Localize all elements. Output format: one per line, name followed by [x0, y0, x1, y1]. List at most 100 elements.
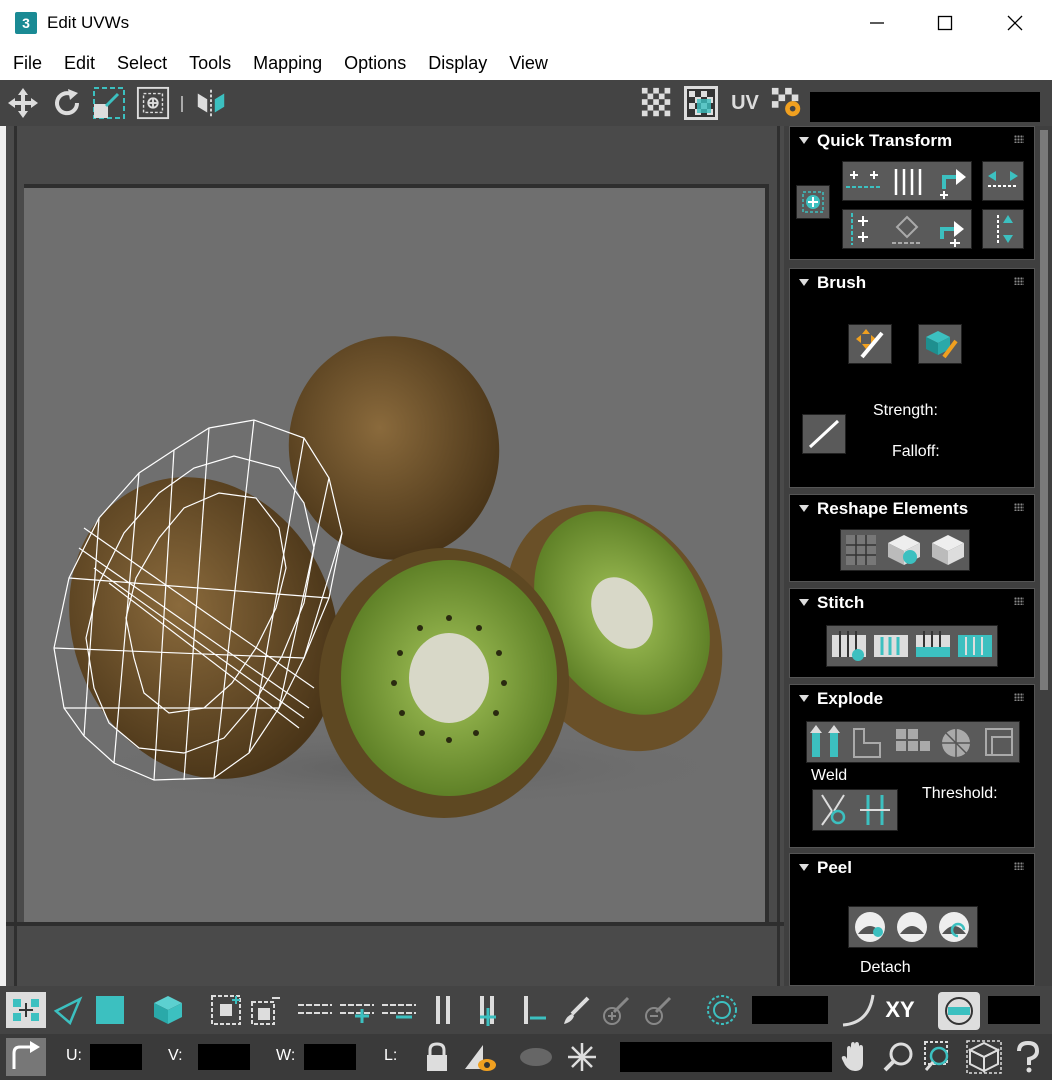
- rollout-title[interactable]: Explode: [817, 689, 883, 709]
- brush-falloff-type-button[interactable]: [802, 414, 846, 454]
- detach-label: Detach: [860, 959, 911, 976]
- collapse-arrow-icon[interactable]: [799, 864, 809, 871]
- window-title: Edit UVWs: [47, 13, 130, 32]
- show-map-button[interactable]: [684, 86, 718, 120]
- rollout-quick-transform: Quick Transform: [789, 126, 1035, 260]
- close-button[interactable]: [980, 0, 1050, 46]
- show-hidden-button[interactable]: [516, 1038, 556, 1076]
- align-to-center-button[interactable]: [796, 185, 830, 219]
- threshold-label: Threshold:: [922, 785, 998, 802]
- rollout-explode: Explode Weld Threshold:: [789, 684, 1035, 848]
- menu-view[interactable]: View: [498, 53, 559, 74]
- lock-selection-button[interactable]: [420, 1038, 454, 1076]
- vertex-select-button[interactable]: [6, 992, 46, 1028]
- grip-icon[interactable]: [1014, 277, 1024, 285]
- toolbar-map-dropdown[interactable]: [810, 92, 1040, 122]
- rollout-title[interactable]: Peel: [817, 858, 852, 878]
- edge-distance-field[interactable]: [988, 996, 1040, 1024]
- uv-settings-button[interactable]: [770, 86, 804, 120]
- grow-selection-button[interactable]: [208, 992, 244, 1028]
- soft-selection-button[interactable]: [702, 992, 742, 1028]
- maximize-button[interactable]: [910, 0, 980, 46]
- uv-editor-viewport[interactable]: [6, 126, 784, 986]
- v-value-field[interactable]: [198, 1044, 250, 1070]
- absolute-offset-mode-button[interactable]: [6, 1038, 46, 1076]
- relax-brush-button[interactable]: [918, 324, 962, 364]
- uv-channel-button[interactable]: UV: [728, 86, 762, 120]
- menu-options[interactable]: Options: [333, 53, 417, 74]
- menu-display[interactable]: Display: [417, 53, 498, 74]
- grip-icon[interactable]: [1014, 862, 1024, 870]
- grip-icon[interactable]: [1014, 693, 1024, 701]
- stitch-tools-group: [826, 625, 998, 667]
- space-vertical-button[interactable]: [982, 209, 1024, 249]
- checker-pattern-button[interactable]: [640, 86, 674, 120]
- collapse-arrow-icon[interactable]: [799, 505, 809, 512]
- shrink-brush-button[interactable]: [638, 992, 678, 1028]
- u-value-field[interactable]: [90, 1044, 142, 1070]
- ring-select-group[interactable]: [428, 992, 554, 1028]
- rollout-title[interactable]: Brush: [817, 273, 866, 293]
- selection-toolbar: XY: [0, 986, 1052, 1034]
- mirror-icon: [197, 89, 225, 117]
- collapse-arrow-icon[interactable]: [799, 599, 809, 606]
- rollout-title[interactable]: Reshape Elements: [817, 499, 968, 519]
- zoom-button[interactable]: [878, 1038, 918, 1076]
- rotate-tool-button[interactable]: [50, 86, 84, 120]
- paint-select-button[interactable]: [556, 992, 596, 1028]
- space-horizontal-button[interactable]: [982, 161, 1024, 201]
- uv-texture-area[interactable]: [24, 184, 769, 926]
- hide-eye-icon: [465, 1045, 496, 1071]
- rollout-title[interactable]: Quick Transform: [817, 131, 952, 151]
- w-value-field[interactable]: [304, 1044, 356, 1070]
- falloff-curve-button[interactable]: [838, 992, 878, 1028]
- soft-selection-value-field[interactable]: [752, 996, 828, 1024]
- shrink-selection-button[interactable]: [248, 992, 284, 1028]
- freeze-selected-button[interactable]: [562, 1038, 602, 1076]
- menu-file[interactable]: File: [2, 53, 53, 74]
- help-button[interactable]: [1008, 1038, 1048, 1076]
- hide-selected-button[interactable]: [460, 1038, 500, 1076]
- collapse-arrow-icon[interactable]: [799, 137, 809, 144]
- enlarge-brush-button[interactable]: [596, 992, 636, 1028]
- strength-label: Strength:: [873, 402, 938, 419]
- explode-icons: [810, 725, 1013, 758]
- pan-view-button[interactable]: [838, 1038, 874, 1076]
- scale-tool-button[interactable]: [92, 86, 126, 120]
- minimize-button[interactable]: [842, 0, 912, 46]
- edge-select-button[interactable]: [50, 992, 86, 1028]
- checker-gear-icon: [771, 87, 801, 117]
- zoom-extents-button[interactable]: [962, 1038, 1006, 1076]
- paint-move-button[interactable]: [848, 324, 892, 364]
- menu-tools[interactable]: Tools: [178, 53, 242, 74]
- menu-edit[interactable]: Edit: [53, 53, 106, 74]
- u-label: U:: [66, 1047, 82, 1064]
- align-vertical-group: [842, 209, 972, 249]
- move-tool-button[interactable]: [6, 86, 40, 120]
- falloff-space-button[interactable]: XY: [880, 992, 920, 1028]
- mirror-button[interactable]: [194, 86, 228, 120]
- element-select-button[interactable]: [150, 992, 186, 1028]
- paint-brush-icon: [564, 996, 590, 1024]
- grip-icon[interactable]: [1014, 503, 1024, 511]
- align-h-icons: [846, 169, 966, 199]
- w-label: W:: [276, 1047, 296, 1064]
- magnifier-icon: [883, 1042, 913, 1072]
- freeform-mode-button[interactable]: [136, 86, 170, 120]
- zoom-region-button[interactable]: [920, 1038, 960, 1076]
- grip-icon[interactable]: [1014, 597, 1024, 605]
- menu-select[interactable]: Select: [106, 53, 178, 74]
- plus-box-icon: [802, 191, 824, 213]
- panel-scrollbar[interactable]: [1040, 130, 1048, 690]
- edit-uvws-window: 3 Edit UVWs File Edit Select Tools Mappi…: [0, 0, 1052, 1080]
- collapse-arrow-icon[interactable]: [799, 279, 809, 286]
- loop-ring-select-group[interactable]: [294, 992, 424, 1028]
- grow-select-icon: [211, 995, 241, 1025]
- grip-icon[interactable]: [1014, 135, 1024, 143]
- collapse-arrow-icon[interactable]: [799, 695, 809, 702]
- limit-soft-selection-button[interactable]: [938, 992, 980, 1030]
- rollout-title[interactable]: Stitch: [817, 593, 864, 613]
- menu-mapping[interactable]: Mapping: [242, 53, 333, 74]
- selection-set-dropdown[interactable]: [620, 1042, 832, 1072]
- face-select-button[interactable]: [92, 992, 128, 1028]
